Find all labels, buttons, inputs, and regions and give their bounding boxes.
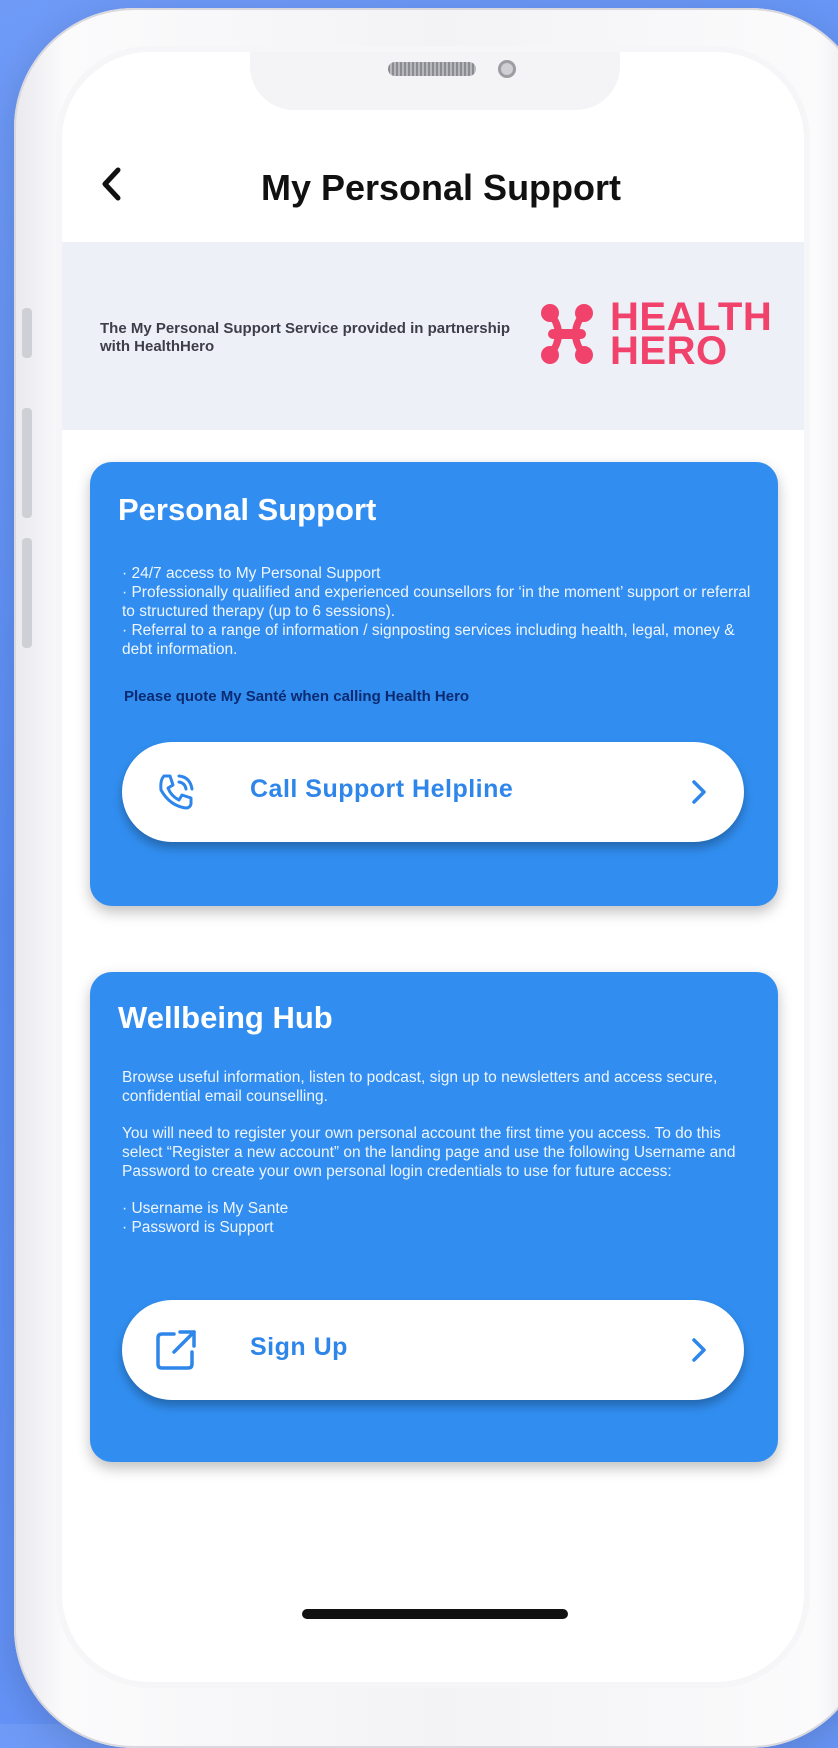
app-header: My Personal Support xyxy=(62,145,804,240)
wellbeing-hub-text: Browse useful information, listen to pod… xyxy=(122,1068,754,1237)
bullet-item: · Referral to a range of information / s… xyxy=(122,622,735,658)
bullet-text: Referral to a range of information / sig… xyxy=(122,622,735,658)
bullet-text: 24/7 access to My Personal Support xyxy=(131,565,381,582)
healthhero-wordmark: HEALTH HERO xyxy=(610,297,772,373)
sign-up-label: Sign Up xyxy=(250,1333,348,1361)
personal-support-bullets: · 24/7 access to My Personal Support · P… xyxy=(122,564,754,659)
home-indicator[interactable] xyxy=(302,1609,568,1619)
page-title: My Personal Support xyxy=(260,167,622,208)
front-camera xyxy=(498,60,516,78)
bullet-item: · Professionally qualified and experienc… xyxy=(122,584,751,620)
bullet-text: Professionally qualified and experienced… xyxy=(122,584,751,620)
partner-banner: The My Personal Support Service provided… xyxy=(62,242,804,430)
call-support-helpline-label: Call Support Helpline xyxy=(250,775,514,803)
notch xyxy=(250,52,620,110)
mute-switch xyxy=(22,308,32,358)
healthhero-mark-icon xyxy=(541,304,593,364)
healthhero-logo: HEALTH HERO xyxy=(540,297,772,373)
credential-text: Password is Support xyxy=(131,1219,274,1236)
volume-down-button xyxy=(22,538,32,648)
wellbeing-hub-title: Wellbeing Hub xyxy=(118,1000,333,1035)
speaker-grille xyxy=(388,62,476,76)
chevron-right-icon xyxy=(692,780,706,804)
external-link-icon xyxy=(156,1330,196,1370)
chevron-right-icon xyxy=(692,1338,706,1362)
credential-item: · Password is Support xyxy=(122,1219,274,1236)
wellbeing-paragraph-2: You will need to register your own perso… xyxy=(122,1125,736,1180)
call-support-helpline-button[interactable]: Call Support Helpline xyxy=(122,742,744,842)
sign-up-button[interactable]: Sign Up xyxy=(122,1300,744,1400)
volume-up-button xyxy=(22,408,32,518)
wellbeing-paragraph-1: Browse useful information, listen to pod… xyxy=(122,1069,718,1105)
logo-line-2: HERO xyxy=(610,329,728,373)
phone-call-icon xyxy=(159,774,194,810)
wellbeing-hub-card: Wellbeing Hub Browse useful information,… xyxy=(90,972,778,1462)
partner-description: The My Personal Support Service provided… xyxy=(100,320,511,355)
bullet-item: · 24/7 access to My Personal Support xyxy=(122,565,381,582)
credential-text: Username is My Sante xyxy=(131,1200,289,1217)
quote-note: Please quote My Santé when calling Healt… xyxy=(124,688,470,705)
personal-support-card: Personal Support · 24/7 access to My Per… xyxy=(90,462,778,906)
personal-support-title: Personal Support xyxy=(118,492,377,527)
credential-item: · Username is My Sante xyxy=(122,1200,289,1217)
